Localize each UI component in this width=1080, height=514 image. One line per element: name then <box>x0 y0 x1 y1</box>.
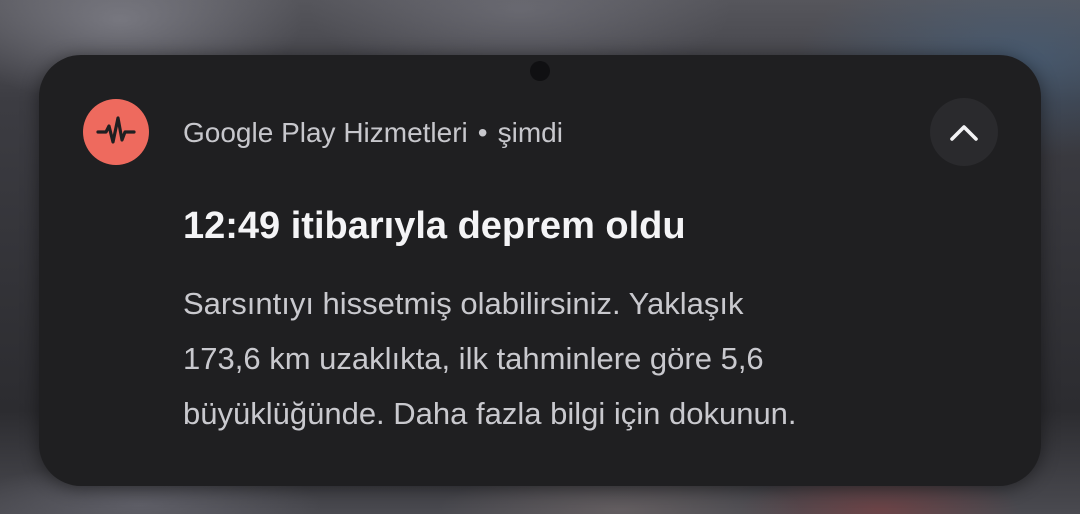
waveform-icon <box>96 116 136 144</box>
earthquake-app-icon <box>83 99 149 165</box>
chevron-up-icon <box>950 125 978 141</box>
notification-body: Sarsıntıyı hissetmiş olabilirsiniz. Yakl… <box>183 276 983 441</box>
notification-title: 12:49 itibarıyla deprem oldu <box>183 205 686 247</box>
notification-header: Google Play Hizmetleri • şimdi <box>183 113 563 153</box>
body-line-3: büyüklüğünde. Daha fazla bilgi için doku… <box>183 396 797 431</box>
notification-time: şimdi <box>497 117 563 148</box>
body-line-2: 173,6 km uzaklıkta, ilk tahminlere göre … <box>183 341 764 376</box>
collapse-button[interactable] <box>930 98 998 166</box>
front-camera-cutout <box>530 61 550 81</box>
body-line-1: Sarsıntıyı hissetmiş olabilirsiniz. Yakl… <box>183 286 744 321</box>
header-separator: • <box>477 117 488 148</box>
app-name: Google Play Hizmetleri <box>183 117 468 148</box>
